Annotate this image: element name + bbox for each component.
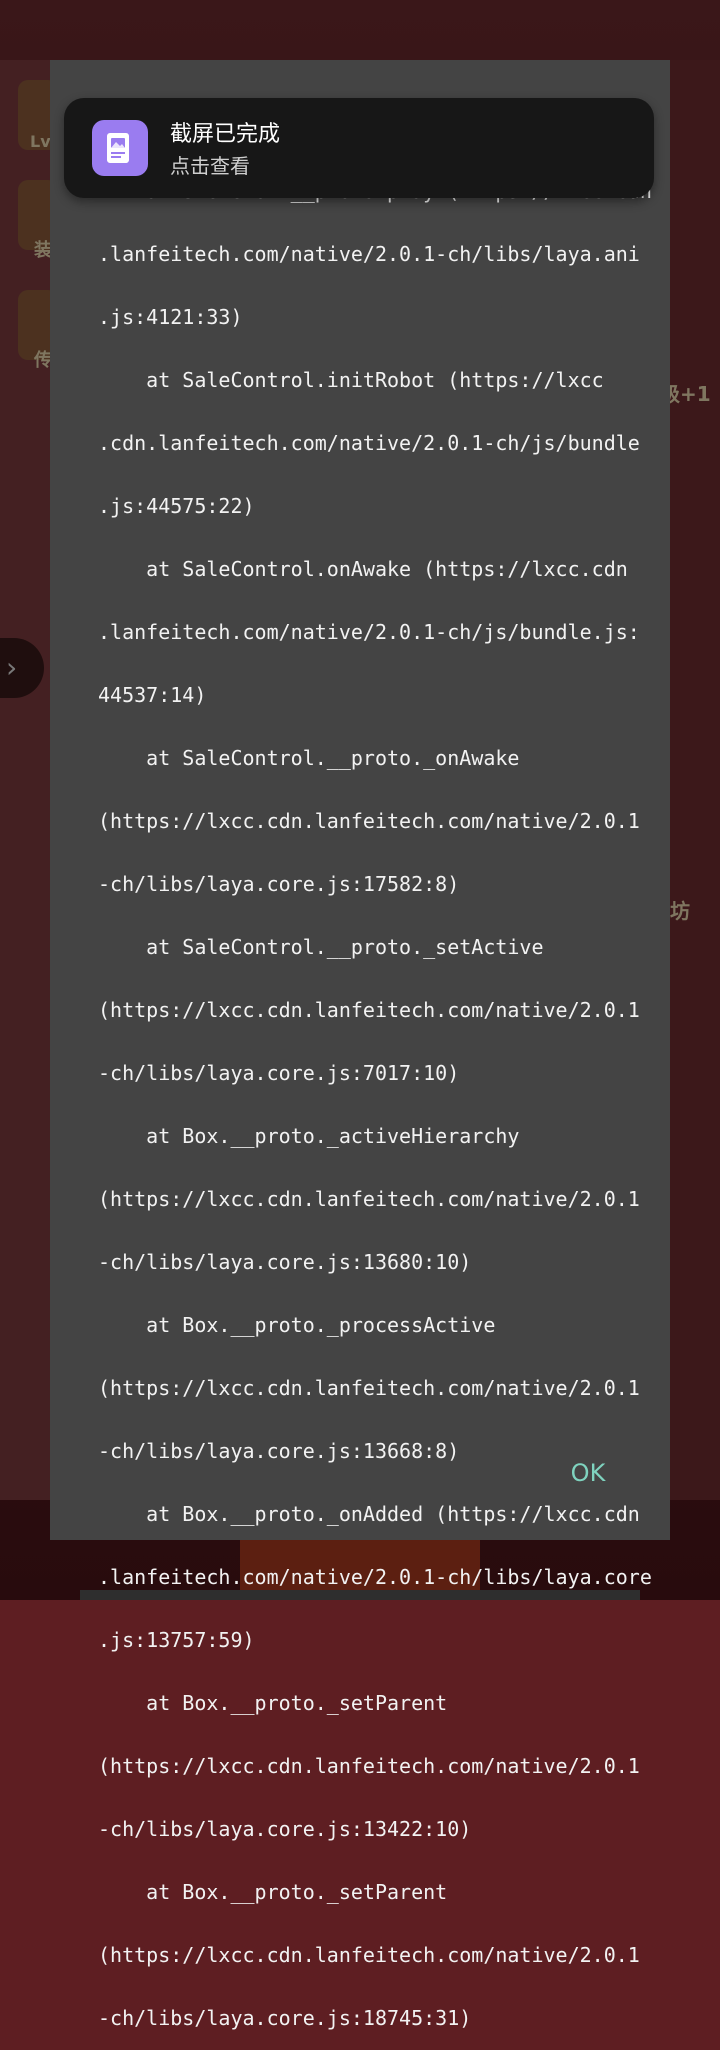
log-line: -ch/libs/laya.core.js:13680:10) xyxy=(98,1250,472,1274)
log-line: (https://lxcc.cdn.lanfeitech.com/native/… xyxy=(98,1187,640,1211)
log-line: at SaleControl.initRobot (https://lxcc xyxy=(98,368,604,392)
log-line: (https://lxcc.cdn.lanfeitech.com/native/… xyxy=(98,1943,640,1967)
log-line: at SaleControl.__proto._onAwake xyxy=(98,746,520,770)
error-log-text: at Skeleton.__proto.play (https://lxcc.c… xyxy=(98,160,653,2050)
notification-title: 截屏已完成 xyxy=(170,122,281,147)
log-line: .lanfeitech.com/native/2.0.1-ch/libs/lay… xyxy=(98,242,640,266)
log-line: .cdn.lanfeitech.com/native/2.0.1-ch/js/b… xyxy=(98,431,640,455)
screenshot-gallery-icon xyxy=(92,120,148,176)
log-line: .lanfeitech.com/native/2.0.1-ch/js/bundl… xyxy=(98,620,640,644)
log-line: -ch/libs/laya.core.js:13422:10) xyxy=(98,1817,472,1841)
log-line: at SaleControl.onAwake (https://lxcc.cdn xyxy=(98,557,628,581)
log-line: at Box.__proto._setParent xyxy=(98,1691,448,1715)
log-line: .js:44575:22) xyxy=(98,494,255,518)
log-line: at Box.__proto._activeHierarchy xyxy=(98,1124,520,1148)
log-line: (https://lxcc.cdn.lanfeitech.com/native/… xyxy=(98,809,640,833)
log-line: (https://lxcc.cdn.lanfeitech.com/native/… xyxy=(98,1376,640,1400)
error-dialog: 提示 at Skeleton.__proto.play (https://lxc… xyxy=(50,60,670,2030)
log-line: 44537:14) xyxy=(98,683,207,707)
log-line: (https://lxcc.cdn.lanfeitech.com/native/… xyxy=(98,998,640,1022)
log-line: at Box.__proto._setParent xyxy=(98,1880,448,1904)
log-line: (https://lxcc.cdn.lanfeitech.com/native/… xyxy=(98,1754,640,1778)
log-line: -ch/libs/laya.core.js:7017:10) xyxy=(98,1061,460,1085)
ok-button[interactable]: OK xyxy=(560,1450,616,1496)
log-line: -ch/libs/laya.core.js:18745:31) xyxy=(98,2006,472,2030)
log-line: at SaleControl.__proto._setActive xyxy=(98,935,544,959)
notification-subtitle: 点击查看 xyxy=(170,154,250,178)
log-line: -ch/libs/laya.core.js:17582:8) xyxy=(98,872,460,896)
screenshot-notification[interactable]: 截屏已完成 点击查看 xyxy=(64,98,654,198)
log-line: .js:4121:33) xyxy=(98,305,243,329)
log-line: .js:13757:59) xyxy=(98,1628,255,1652)
log-line: at Box.__proto._processActive xyxy=(98,1313,496,1337)
